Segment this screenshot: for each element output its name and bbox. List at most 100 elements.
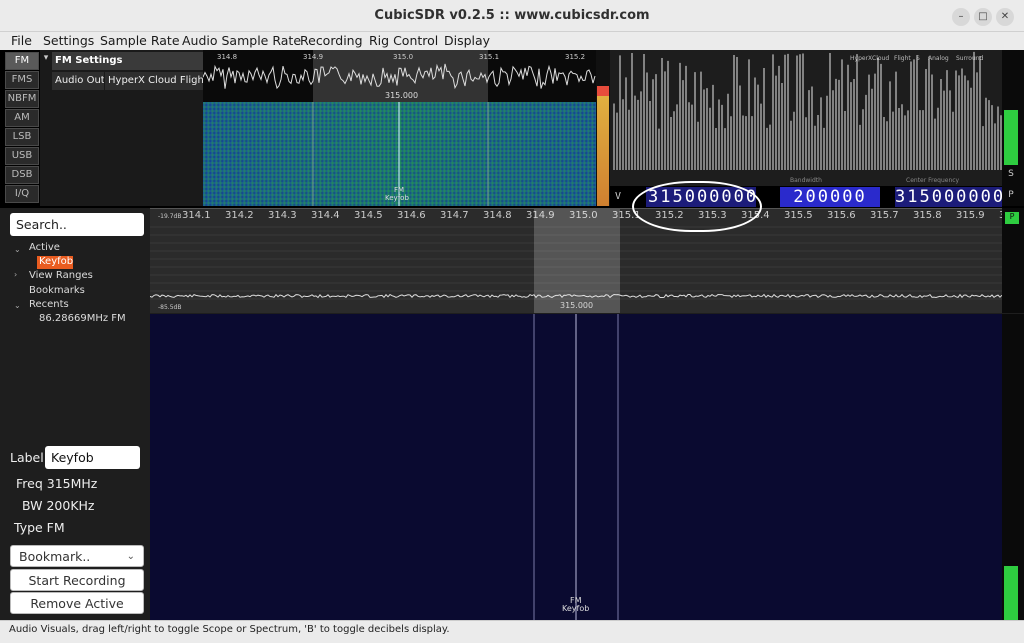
menu-display[interactable]: Display <box>444 33 490 48</box>
freq-tick-label: 315.6 <box>827 210 856 221</box>
freq-tick-label: 314.2 <box>225 210 254 221</box>
menu-recording[interactable]: Recording <box>300 33 363 48</box>
scope-tick: 315.0 <box>393 53 413 61</box>
db-top-label: -19.7dB <box>158 213 181 220</box>
meter-peak <box>597 86 609 96</box>
freq-tick-label: 315.5 <box>784 210 813 221</box>
bandwidth-digits[interactable]: 200000 <box>780 187 880 207</box>
strip-label-p[interactable]: P <box>1004 190 1018 204</box>
scope-center-label: 315.000 <box>385 91 418 100</box>
freq-tick-label: 315.9 <box>956 210 985 221</box>
waterfall-meter <box>1004 566 1018 620</box>
mode-fm-button[interactable]: FM <box>5 52 39 70</box>
tree-bookmarks[interactable]: Bookmarks <box>29 285 85 296</box>
freq-tick-label: 314.8 <box>483 210 512 221</box>
legend-item: S <box>916 55 920 62</box>
freq-readout: Freq 315MHz <box>16 476 98 491</box>
menu-settings[interactable]: Settings <box>43 33 94 48</box>
right-meter-strip[interactable]: S P <box>1002 50 1024 206</box>
label-input[interactable]: Keyfob <box>45 446 140 469</box>
legend-item: HyperX <box>850 55 872 62</box>
scope-tick: 315.1 <box>479 53 499 61</box>
freq-tick-label: 314.4 <box>311 210 340 221</box>
strip-meter <box>1004 110 1018 165</box>
bookmark-dropdown[interactable]: Bookmark.. ⌄ <box>10 545 144 567</box>
freq-tick-label: 314.1 <box>182 210 211 221</box>
audio-scope[interactable]: 314.8 314.9 315.0 315.1 315.2 315.000 <box>202 50 596 102</box>
menu-rig-control[interactable]: Rig Control <box>369 33 438 48</box>
window-title: CubicSDR v0.2.5 :: www.cubicsdr.com <box>374 8 650 23</box>
tree-recent-item[interactable]: 86.28669MHz FM <box>39 313 126 324</box>
tree-collapse-icon[interactable]: ⌄ <box>14 301 21 310</box>
tree-collapse-icon[interactable]: ⌄ <box>14 245 21 254</box>
tree-recents[interactable]: Recents <box>29 299 69 310</box>
status-text: Audio Visuals, drag left/right to toggle… <box>9 624 450 635</box>
mini-waterfall[interactable]: FM Keyfob <box>203 102 596 206</box>
marker-name: Keyfob <box>385 194 409 202</box>
menu-audio-sample-rate[interactable]: Audio Sample Rate <box>182 33 301 48</box>
signal-meter[interactable] <box>596 50 610 206</box>
strip-label-p[interactable]: P <box>1005 212 1019 224</box>
mode-selector: FM FMS NBFM AM LSB USB DSB I/Q <box>5 50 39 206</box>
db-bottom-label: -85.5dB <box>158 304 181 311</box>
mode-dsb-button[interactable]: DSB <box>5 166 39 184</box>
mode-lsb-button[interactable]: LSB <box>5 128 39 146</box>
close-button[interactable]: ✕ <box>996 8 1014 26</box>
bw-readout: BW 200KHz <box>22 498 95 513</box>
freq-tick-label: 315.8 <box>913 210 942 221</box>
remove-active-button[interactable]: Remove Active <box>10 592 144 614</box>
legend-item: Cloud <box>872 55 889 62</box>
marker-name: Keyfob <box>562 604 589 613</box>
audio-device-select[interactable]: HyperX Cloud Flight S <box>105 72 203 90</box>
mode-nbfm-button[interactable]: NBFM <box>5 90 39 108</box>
annotation-circle <box>632 181 762 232</box>
chevron-down-icon: ⌄ <box>126 551 135 562</box>
tree-active[interactable]: Active <box>29 242 60 253</box>
settings-header[interactable]: FM Settings <box>52 52 203 70</box>
freq-tick-label: 314.7 <box>440 210 469 221</box>
status-bar: Audio Visuals, drag left/right to toggle… <box>0 620 1024 643</box>
audio-waveform: 314.8 314.9 315.0 315.1 315.2 315.000 <box>202 50 596 102</box>
spectrum-side-strip[interactable]: P <box>1002 208 1024 313</box>
type-readout: Type FM <box>14 520 65 535</box>
marker-mode: FM <box>394 186 404 194</box>
minimize-button[interactable]: – <box>952 8 970 26</box>
mode-iq-button[interactable]: I/Q <box>5 185 39 203</box>
tree-active-item[interactable]: Keyfob <box>37 256 73 269</box>
waterfall-side-strip[interactable] <box>1002 314 1024 620</box>
legend-item: Flight <box>894 55 911 62</box>
menu-sample-rate[interactable]: Sample Rate <box>100 33 180 48</box>
scope-tick: 314.9 <box>303 53 323 61</box>
center-caption: Center Frequency <box>906 177 960 184</box>
main-waterfall[interactable]: FM Keyfob <box>150 314 1002 620</box>
menu-file[interactable]: File <box>11 33 32 48</box>
freq-tick-label: 315.7 <box>870 210 899 221</box>
bookmark-label: Bookmark.. <box>19 549 91 564</box>
mode-fms-button[interactable]: FMS <box>5 71 39 89</box>
title-bar: CubicSDR v0.2.5 :: www.cubicsdr.com – □ … <box>0 0 1024 32</box>
audio-out-label: Audio Out <box>52 72 104 90</box>
legend-item: Surround <box>956 55 984 62</box>
center-frequency-digits[interactable]: 315000000 <box>895 187 1003 207</box>
modem-settings-panel: ▾ FM Settings Audio Out HyperX Cloud Fli… <box>40 50 203 206</box>
start-recording-button[interactable]: Start Recording <box>10 569 144 591</box>
freq-tick-label: 314.6 <box>397 210 426 221</box>
meter-bar <box>597 96 609 206</box>
volume-label[interactable]: V <box>612 188 624 206</box>
mode-am-button[interactable]: AM <box>5 109 39 127</box>
label-caption: Label <box>10 450 44 465</box>
spectrum-selection[interactable] <box>534 209 620 313</box>
bandwidth-caption: Bandwidth <box>790 177 822 184</box>
collapse-arrow-icon[interactable]: ▾ <box>40 53 52 63</box>
tree-view-ranges[interactable]: View Ranges <box>29 270 93 281</box>
search-input[interactable]: Search.. <box>10 213 144 236</box>
scope-tick: 315.2 <box>565 53 585 61</box>
freq-tick-label: 314.5 <box>354 210 383 221</box>
audio-visual-scope[interactable]: HyperX Cloud Flight S Analog Surround Ba… <box>610 50 1002 186</box>
menu-bar: File Settings Sample Rate Audio Sample R… <box>0 32 1024 50</box>
tree-expand-icon[interactable]: › <box>14 270 17 279</box>
strip-label-s[interactable]: S <box>1004 169 1018 183</box>
mode-usb-button[interactable]: USB <box>5 147 39 165</box>
maximize-button[interactable]: □ <box>974 8 992 26</box>
scope-tick: 314.8 <box>217 53 237 61</box>
